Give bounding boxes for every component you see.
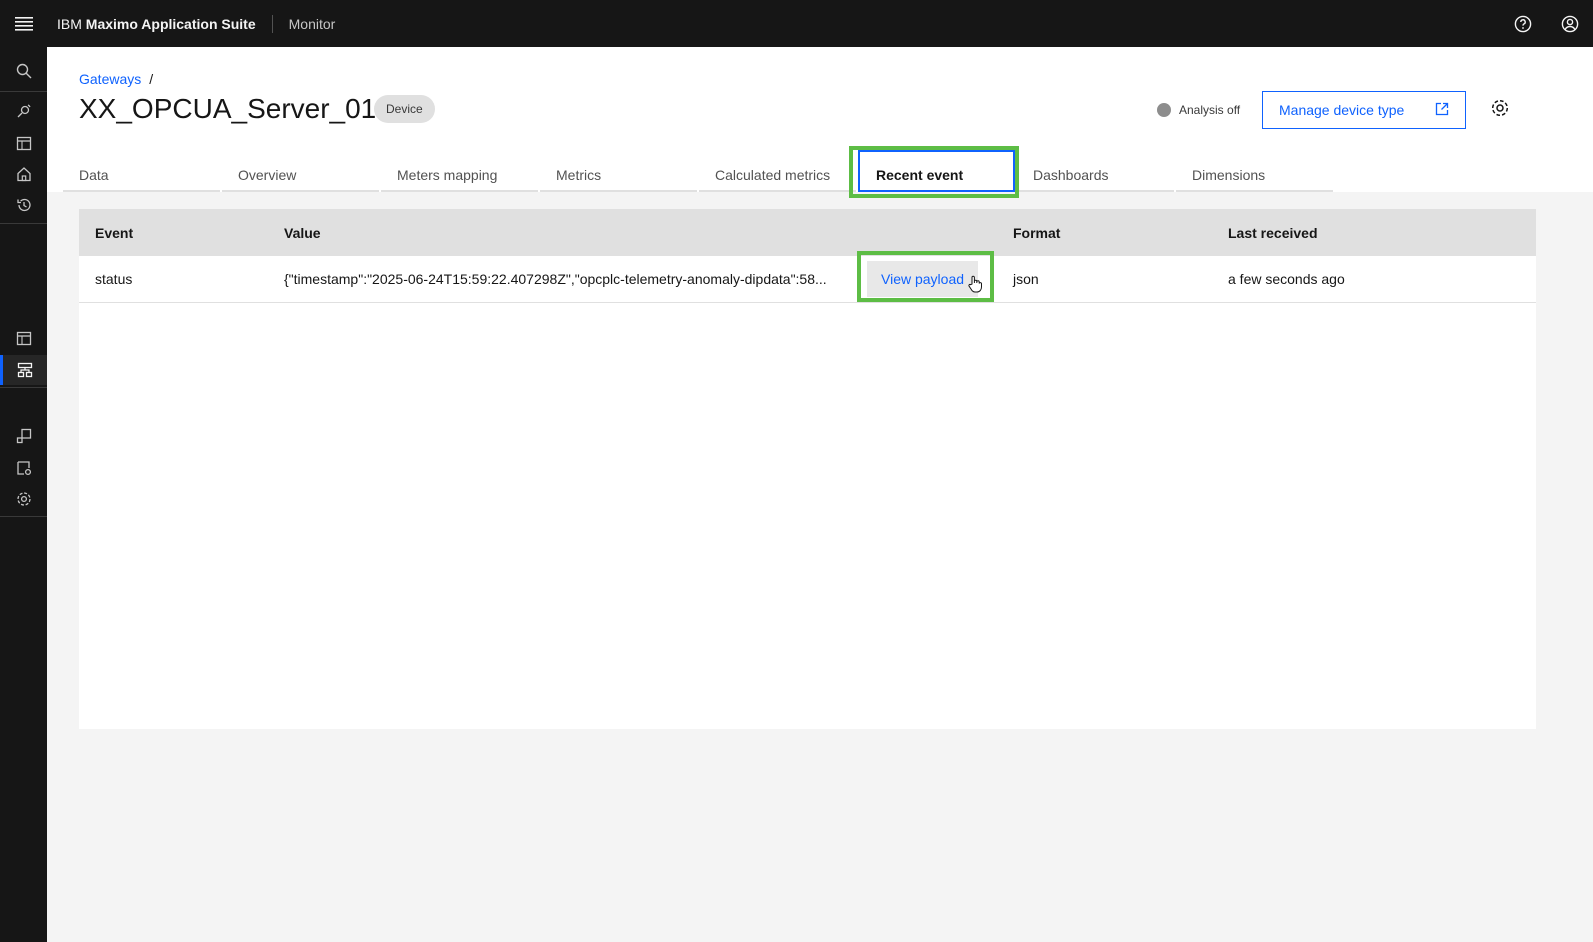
tab-recent-event[interactable]: Recent event (858, 150, 1015, 192)
brand-name[interactable]: IBM Maximo Application Suite (57, 16, 256, 32)
breadcrumb-separator: / (149, 71, 154, 87)
column-header-value: Value (284, 224, 321, 241)
asset-icon[interactable] (0, 421, 47, 451)
calendar-icon[interactable] (0, 128, 47, 158)
header-actions (1499, 0, 1593, 47)
app-name: Monitor (288, 15, 336, 32)
column-header-format: Format (1013, 224, 1061, 241)
brand-suite-name: Maximo Application Suite (85, 15, 256, 32)
menu-icon[interactable] (0, 0, 47, 47)
search-icon[interactable] (0, 56, 47, 86)
top-header: IBM Maximo Application Suite Monitor (0, 0, 1593, 47)
status-dot-icon (1157, 103, 1171, 117)
rail-divider (0, 387, 47, 388)
calendar-icon[interactable] (0, 323, 47, 353)
tab-calculated-metrics[interactable]: Calculated metrics (699, 150, 856, 192)
event-cell: status (95, 271, 133, 287)
tab-metrics[interactable]: Metrics (540, 150, 697, 192)
breadcrumb-gateways-link[interactable]: Gateways (79, 71, 141, 87)
rail-divider (0, 91, 47, 92)
history-icon[interactable] (0, 190, 47, 220)
user-avatar-icon[interactable] (1546, 0, 1593, 47)
tab-list: Data Overview Meters mapping Metrics Cal… (63, 150, 1335, 192)
last-received-cell: a few seconds ago (1228, 271, 1345, 287)
manage-device-type-label: Manage device type (1279, 102, 1405, 118)
recent-events-table: Event Value Format Last received status … (79, 209, 1536, 729)
tab-data[interactable]: Data (63, 150, 220, 192)
tab-dimensions[interactable]: Dimensions (1176, 150, 1333, 192)
rail-divider (0, 516, 47, 517)
settings-icon[interactable] (0, 484, 47, 514)
view-payload-button[interactable]: View payload (867, 261, 979, 297)
value-cell: {"timestamp":"2025-06-24T15:59:22.407298… (284, 271, 827, 287)
table-row: status {"timestamp":"2025-06-24T15:59:22… (79, 256, 1536, 303)
home-icon[interactable] (0, 159, 47, 189)
table-header: Event Value Format Last received (79, 209, 1536, 256)
device-settings-icon[interactable] (0, 453, 47, 483)
launch-icon (1435, 102, 1449, 119)
brand-prefix: IBM (57, 15, 82, 32)
gear-icon (1490, 98, 1510, 123)
device-tag: Device (374, 95, 435, 123)
column-header-last-received: Last received (1228, 224, 1318, 241)
settings-button[interactable] (1481, 91, 1519, 129)
tab-meters-mapping[interactable]: Meters mapping (381, 150, 538, 192)
main-content: Gateways / XX_OPCUA_Server_01 Device Ana… (47, 47, 1593, 942)
analysis-status: Analysis off (1157, 103, 1240, 117)
column-header-event: Event (95, 224, 134, 241)
manage-device-type-button[interactable]: Manage device type (1262, 91, 1466, 129)
header-divider (271, 14, 273, 33)
analysis-status-label: Analysis off (1179, 103, 1241, 117)
tab-overview[interactable]: Overview (222, 150, 379, 192)
device-hierarchy-icon[interactable] (0, 355, 47, 385)
satellite-icon[interactable] (0, 96, 47, 126)
page-header: Gateways / XX_OPCUA_Server_01 Device Ana… (47, 47, 1593, 198)
breadcrumb: Gateways / (79, 71, 153, 87)
rail-divider (0, 223, 47, 224)
format-cell: json (1013, 271, 1039, 287)
hand-cursor-icon (968, 275, 982, 296)
tab-dashboards[interactable]: Dashboards (1017, 150, 1174, 192)
left-nav-rail (0, 47, 47, 942)
help-icon[interactable] (1499, 0, 1546, 47)
page-title: XX_OPCUA_Server_01 (79, 93, 377, 124)
